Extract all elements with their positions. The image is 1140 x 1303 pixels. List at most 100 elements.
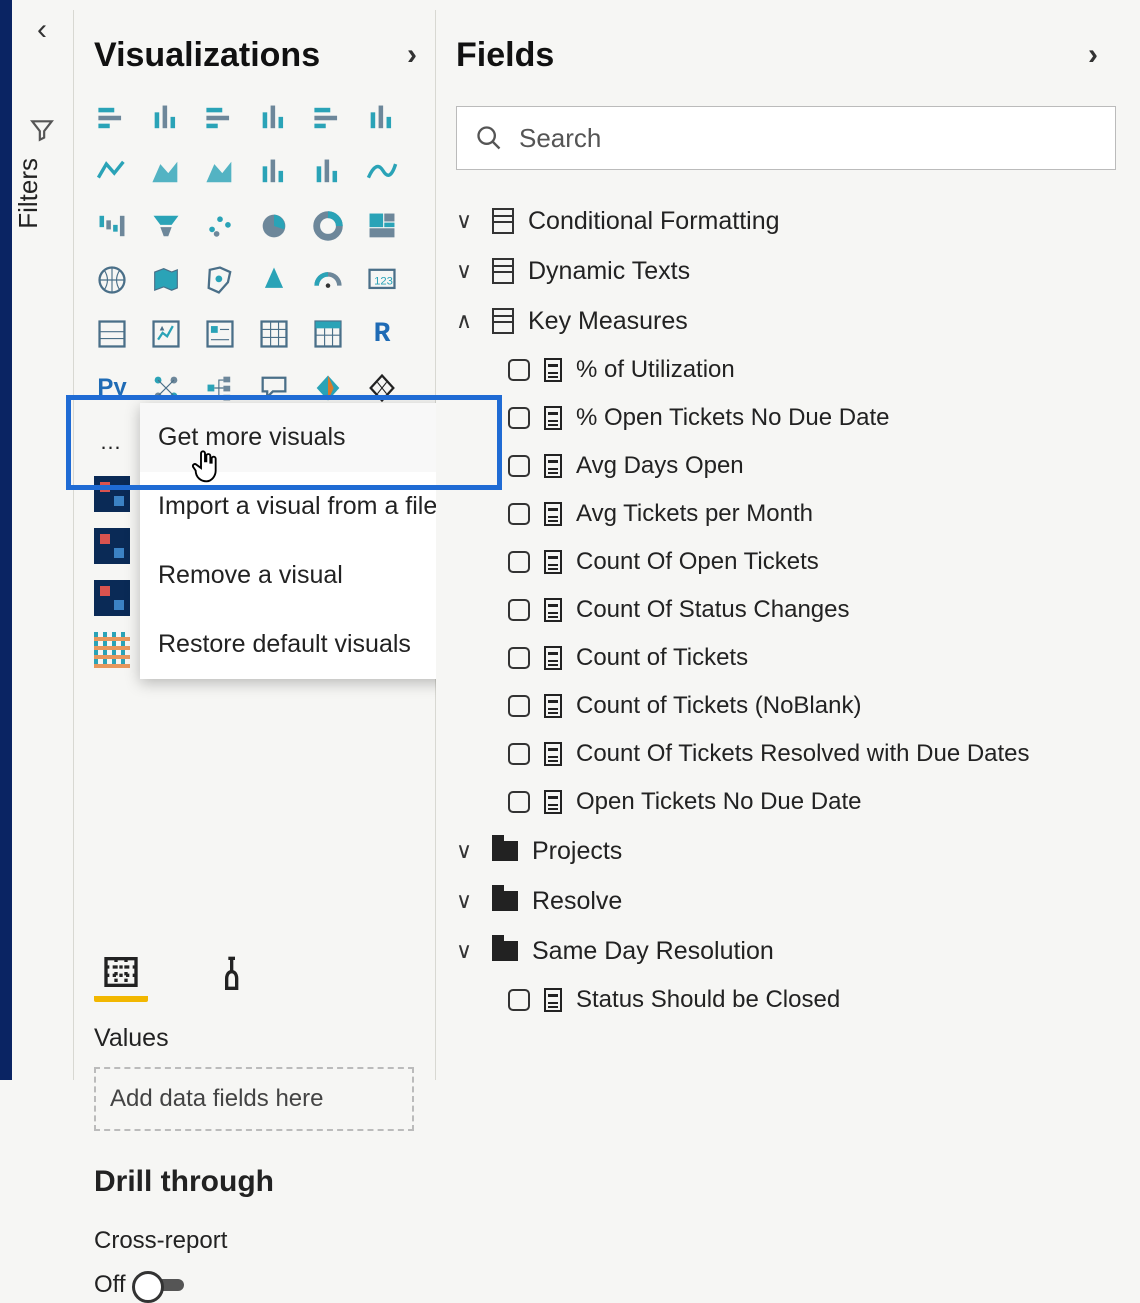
visual-pie-icon[interactable] — [256, 208, 292, 244]
measure-label: Count of Tickets (NoBlank) — [576, 692, 861, 720]
visual-kpi-icon[interactable]: ▲ — [148, 316, 184, 352]
visual-ribbon-icon[interactable] — [364, 154, 400, 190]
visual-line-icon[interactable] — [94, 154, 130, 190]
fields-tab-icon[interactable] — [94, 948, 148, 1002]
measure-avg-days-open[interactable]: Avg Days Open — [456, 442, 1116, 490]
checkbox[interactable] — [508, 407, 530, 429]
measure-count-of-tickets-noblank-[interactable]: Count of Tickets (NoBlank) — [456, 682, 1116, 730]
report-canvas-edge — [0, 0, 12, 1080]
visual-gauge-icon[interactable] — [310, 262, 346, 298]
visual-line-stacked-column-icon[interactable] — [256, 154, 292, 190]
table-icon — [492, 308, 514, 334]
visual-azure-map-icon[interactable] — [256, 262, 292, 298]
table-conditional-formatting[interactable]: ∨Conditional Formatting — [456, 196, 1116, 246]
visual-scatter-icon[interactable] — [202, 208, 238, 244]
visual-table-icon[interactable] — [256, 316, 292, 352]
visual-key-influencers-icon[interactable] — [148, 370, 184, 406]
visual-waterfall-icon[interactable] — [94, 208, 130, 244]
visual-decomposition-tree-icon[interactable] — [202, 370, 238, 406]
visual-paginated-icon[interactable] — [364, 370, 400, 406]
visual-matrix-icon[interactable] — [310, 316, 346, 352]
chevron-icon: ∨ — [456, 258, 478, 284]
visual-clustered-bar-icon[interactable] — [202, 100, 238, 136]
visual-py-visual-icon[interactable]: Py — [94, 370, 130, 406]
measure-icon — [544, 988, 562, 1012]
visual-card-icon[interactable]: 123 — [364, 262, 400, 298]
checkbox[interactable] — [508, 695, 530, 717]
checkbox[interactable] — [508, 647, 530, 669]
measure--open-tickets-no-due-date[interactable]: % Open Tickets No Due Date — [456, 394, 1116, 442]
custom-visual-icon-3[interactable] — [94, 580, 130, 616]
visual-clustered-column-icon[interactable] — [256, 100, 292, 136]
visual-100-stacked-column-icon[interactable] — [364, 100, 400, 136]
measure-label: Count of Tickets — [576, 644, 748, 672]
checkbox[interactable] — [508, 503, 530, 525]
visual-stacked-column-icon[interactable] — [148, 100, 184, 136]
measure-count-of-status-changes[interactable]: Count Of Status Changes — [456, 586, 1116, 634]
measure-icon — [544, 742, 562, 766]
more-visuals-button[interactable]: … — [94, 424, 130, 460]
checkbox[interactable] — [508, 989, 530, 1011]
visual-power-apps-icon[interactable] — [310, 370, 346, 406]
visual-filled-map-icon[interactable] — [148, 262, 184, 298]
visual-line-clustered-column-icon[interactable] — [310, 154, 346, 190]
table-label: Dynamic Texts — [528, 257, 690, 286]
measure-open-tickets-no-due-date[interactable]: Open Tickets No Due Date — [456, 778, 1116, 826]
checkbox[interactable] — [508, 359, 530, 381]
fields-header: Fields › — [456, 10, 1116, 100]
checkbox[interactable] — [508, 791, 530, 813]
visual-map-icon[interactable] — [94, 262, 130, 298]
table-icon — [492, 258, 514, 284]
visual-r-visual-icon[interactable]: R — [364, 316, 400, 352]
checkbox[interactable] — [508, 743, 530, 765]
measure-icon — [544, 550, 562, 574]
checkbox[interactable] — [508, 455, 530, 477]
chevron-left-icon[interactable]: ‹ — [12, 10, 72, 50]
visualizations-header: Visualizations › — [94, 10, 435, 100]
fields-search[interactable]: Search — [456, 106, 1116, 170]
svg-text:123: 123 — [374, 276, 393, 288]
measure-icon — [544, 358, 562, 382]
table-key-measures[interactable]: ∧Key Measures — [456, 296, 1116, 346]
checkbox[interactable] — [508, 599, 530, 621]
visual-treemap-icon[interactable] — [364, 208, 400, 244]
visual-donut-icon[interactable] — [310, 208, 346, 244]
chevron-right-icon[interactable]: › — [1088, 38, 1098, 72]
measure-count-of-tickets[interactable]: Count of Tickets — [456, 634, 1116, 682]
measure-count-of-open-tickets[interactable]: Count Of Open Tickets — [456, 538, 1116, 586]
cross-report-label: Cross-report — [94, 1227, 435, 1255]
measure--of-utilization[interactable]: % of Utilization — [456, 346, 1116, 394]
format-tab-icon[interactable] — [208, 948, 262, 1002]
visual-shape-map-icon[interactable] — [202, 262, 238, 298]
table-same-day-resolution[interactable]: ∨Same Day Resolution — [456, 926, 1116, 976]
fields-title: Fields — [456, 36, 554, 75]
measure-count-of-tickets-resolved-with-due-dates[interactable]: Count Of Tickets Resolved with Due Dates — [456, 730, 1116, 778]
folder-icon — [492, 941, 518, 961]
visual-qa-icon[interactable] — [256, 370, 292, 406]
checkbox[interactable] — [508, 551, 530, 573]
chevron-icon: ∨ — [456, 208, 478, 234]
funnel-icon[interactable] — [12, 110, 72, 150]
visual-stacked-bar-icon[interactable] — [94, 100, 130, 136]
table-dynamic-texts[interactable]: ∨ Dynamic Texts — [456, 246, 1116, 296]
chevron-icon: ∧ — [456, 308, 478, 334]
table-resolve[interactable]: ∨Resolve — [456, 876, 1116, 926]
measure-icon — [544, 694, 562, 718]
filters-label[interactable]: Filters — [13, 158, 73, 229]
chevron-right-icon[interactable]: › — [407, 38, 417, 72]
custom-visual-icon-1[interactable] — [94, 476, 130, 512]
visual-100-stacked-bar-icon[interactable] — [310, 100, 346, 136]
visual-slicer-icon[interactable] — [202, 316, 238, 352]
measure-status-should-be-closed[interactable]: Status Should be Closed — [456, 976, 1116, 1024]
visual-funnel-icon[interactable] — [148, 208, 184, 244]
custom-visual-icon-4[interactable] — [94, 632, 130, 668]
search-placeholder: Search — [519, 123, 601, 154]
visual-multirow-card-icon[interactable] — [94, 316, 130, 352]
values-dropzone[interactable]: Add data fields here — [94, 1067, 414, 1131]
table-projects[interactable]: ∨Projects — [456, 826, 1116, 876]
custom-visual-icon-2[interactable] — [94, 528, 130, 564]
visual-stacked-area-icon[interactable] — [202, 154, 238, 190]
measure-avg-tickets-per-month[interactable]: Avg Tickets per Month — [456, 490, 1116, 538]
visual-area-icon[interactable] — [148, 154, 184, 190]
cross-report-toggle[interactable]: Off — [94, 1271, 435, 1299]
